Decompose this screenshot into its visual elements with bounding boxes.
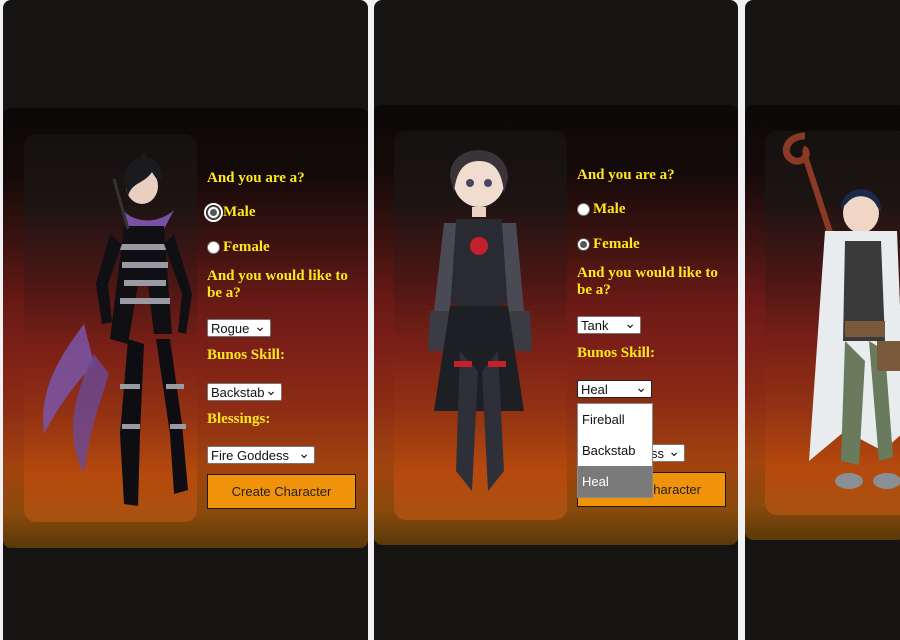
male-radio[interactable] [577,203,590,216]
chevron-down-icon [624,320,636,330]
chevron-down-icon [265,387,277,397]
class-select[interactable]: Rogue [207,319,271,337]
character-panel-3 [745,0,900,640]
skill-option-backstab[interactable]: Backstab [578,435,652,466]
blessing-select[interactable]: Fire Goddess [207,446,315,464]
gender-question: And you are a? [577,167,675,183]
chevron-down-icon [668,448,680,458]
gender-option-female[interactable]: Female [207,239,270,256]
character-card: And you are a? Male Female And you would… [3,108,368,548]
mage-figure-image [782,132,900,489]
skill-dropdown-list[interactable]: Fireball Backstab Heal [577,403,653,498]
male-radio[interactable] [204,203,223,222]
gender-option-female[interactable]: Female [577,236,640,253]
character-portrait-tank [394,131,567,520]
female-label: Female [223,239,270,255]
skill-option-heal[interactable]: Heal [578,466,652,497]
gender-question: And you are a? [207,170,305,186]
class-question: And you would like to be a? [577,265,718,298]
female-label: Female [593,236,640,252]
female-radio[interactable] [577,238,590,251]
character-card: And you are a? Male Female And you would… [374,105,738,545]
class-question: And you would like to be a? [207,268,348,301]
gender-option-male[interactable]: Male [204,203,256,222]
female-radio[interactable] [207,241,220,254]
male-label: Male [593,201,626,217]
skill-select-value: Heal [581,381,608,397]
create-character-button[interactable]: Create Character [207,474,356,509]
gender-option-male[interactable]: Male [577,201,625,218]
tank-figure-image [428,150,532,491]
rogue-figure-image [43,152,192,506]
character-panel-2: And you are a? Male Female And you would… [374,0,738,640]
skill-select[interactable]: Heal [577,380,652,398]
skill-option-fireball[interactable]: Fireball [578,404,652,435]
chevron-down-icon [254,323,266,333]
create-character-label: haracter [653,482,701,497]
class-select[interactable]: Tank [577,316,641,334]
chevron-down-icon [298,450,310,460]
skill-label: Bunos Skill: [207,347,285,363]
character-card [745,105,900,540]
male-label: Male [223,204,256,220]
blessing-select-value: Fire Goddess [211,447,290,463]
class-select-value: Rogue [211,320,250,336]
character-panel-1: And you are a? Male Female And you would… [3,0,368,640]
skill-select[interactable]: Backstab [207,383,282,401]
skill-label: Bunos Skill: [577,345,655,361]
character-portrait-mage [765,131,900,515]
skill-select-value: Backstab [211,384,265,400]
character-portrait-rogue [24,134,197,522]
blessings-label: Blessings: [207,411,271,427]
class-select-value: Tank [581,317,609,333]
chevron-down-icon [635,384,647,394]
